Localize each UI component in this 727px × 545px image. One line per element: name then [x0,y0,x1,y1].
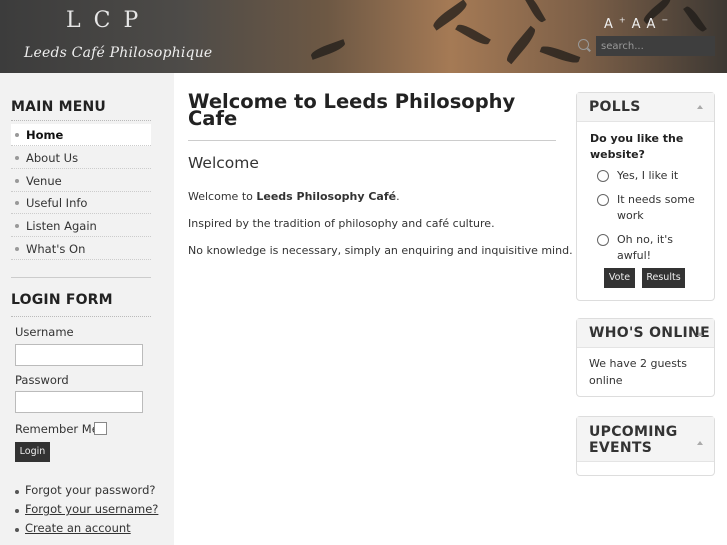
collapse-icon[interactable] [697,332,703,336]
remember-me-label: Remember Me [15,422,99,436]
whos-online-header: WHO'S ONLINE [577,319,714,348]
menu-item-useful-info[interactable]: Useful Info [11,192,151,214]
collapse-icon[interactable] [697,441,703,445]
font-reset-button[interactable]: A [632,17,641,32]
polls-module: POLLS Do you like the website? Yes, I li… [576,92,715,301]
bullet-icon [15,133,19,137]
polls-header: POLLS [577,93,714,122]
remember-me-checkbox[interactable] [94,422,107,435]
font-size-tools: A + A A − [604,16,674,32]
font-increase-button[interactable]: A + [604,16,626,32]
radio-button[interactable] [597,234,609,246]
intro-paragraph: Welcome to Leeds Philosophy Café. [188,190,400,203]
bullet-icon [15,247,19,251]
menu-item-venue[interactable]: Venue [11,170,151,192]
upcoming-events-title: UPCOMING EVENTS [589,424,678,456]
site-name[interactable]: Leeds Café Philosophique [24,45,212,61]
polls-title: POLLS [589,99,641,115]
bullet-icon [15,201,19,205]
search-input[interactable] [596,36,715,56]
tradition-paragraph: Inspired by the tradition of philosophy … [188,217,495,230]
bullet-icon [15,490,19,494]
whos-online-module: WHO'S ONLINE We have 2 guests online [576,318,715,397]
menu-item-listen-again[interactable]: Listen Again [11,215,151,237]
main-menu-title: MAIN MENU [11,99,106,115]
whos-online-title: WHO'S ONLINE [589,325,710,341]
article-heading: Welcome [188,154,259,172]
online-count-text: We have 2 guests online [589,357,687,387]
search-icon [578,39,589,50]
menu-item-about-us[interactable]: About Us [11,147,151,169]
username-label: Username [15,325,74,339]
divider [188,140,556,141]
password-label: Password [15,373,69,387]
bullet-icon [15,179,19,183]
bullet-icon [15,224,19,228]
login-button[interactable]: Login [15,442,50,462]
vote-button[interactable]: Vote [604,268,635,288]
bullet-icon [15,528,19,532]
site-logo[interactable]: LCP [66,8,151,33]
site-header: LCP Leeds Café Philosophique A + A A − [0,0,727,73]
divider [11,120,151,121]
upcoming-events-header: UPCOMING EVENTS [577,417,714,462]
page-title: Welcome to Leeds Philosophy Cafe [188,90,516,130]
collapse-icon[interactable] [697,105,703,109]
login-form-title: LOGIN FORM [11,292,113,308]
username-input[interactable] [15,344,143,366]
bullet-icon [15,156,19,160]
radio-button[interactable] [597,170,609,182]
results-button[interactable]: Results [642,268,685,288]
font-decrease-button[interactable]: A − [647,16,669,32]
menu-item-whats-on[interactable]: What's On [11,238,151,260]
password-input[interactable] [15,391,143,413]
upcoming-events-module: UPCOMING EVENTS [576,416,715,476]
bullet-icon [15,509,19,513]
radio-button[interactable] [597,194,609,206]
divider [11,316,151,317]
poll-question: Do you like the website? [590,132,684,161]
knowledge-paragraph: No knowledge is necessary, simply an enq… [188,244,573,257]
menu-item-home[interactable]: Home [11,124,151,146]
divider [11,277,151,278]
